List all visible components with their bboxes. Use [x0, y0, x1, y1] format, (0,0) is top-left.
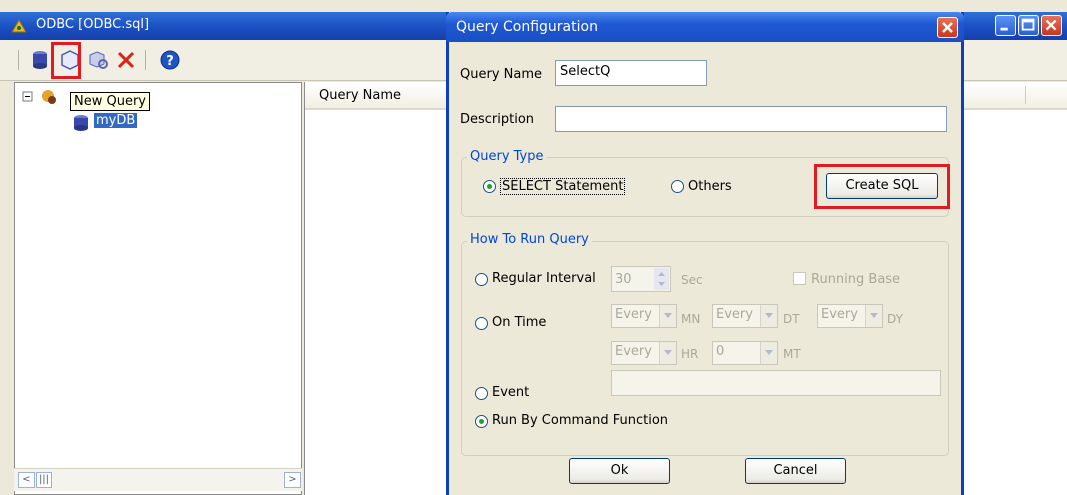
ok-button[interactable]: Ok: [569, 458, 670, 484]
on-time-label[interactable]: On Time: [492, 315, 546, 330]
close-icon: [942, 22, 953, 33]
new-query-tooltip: New Query: [70, 92, 150, 111]
dialog-title: Query Configuration: [456, 19, 598, 35]
new-query-highlight: [51, 42, 81, 79]
dialog-title-bar[interactable]: Query Configuration: [446, 12, 964, 42]
others-label[interactable]: Others: [688, 179, 732, 194]
toolbar-grip: [18, 50, 19, 70]
delete-icon[interactable]: [114, 48, 138, 72]
chevron-down-icon: [659, 342, 676, 364]
main-window-title: ODBC [ODBC.sql]: [36, 17, 150, 32]
scroll-right-button[interactable]: >: [284, 472, 301, 488]
hr-unit: HR: [681, 347, 699, 361]
dy-unit: DY: [887, 312, 903, 326]
create-sql-button[interactable]: Create SQL: [826, 173, 938, 199]
scroll-thumb[interactable]: |||: [36, 472, 52, 488]
regular-interval-label[interactable]: Regular Interval: [492, 271, 596, 286]
dt-select-value: Every: [716, 307, 753, 322]
hr-select-value: Every: [615, 344, 652, 359]
mt-select-value: 0: [716, 344, 725, 359]
select-statement-label[interactable]: SELECT Statement: [500, 178, 626, 195]
toolbar-separator: [145, 50, 146, 70]
chevron-down-icon: [659, 305, 676, 327]
run-by-command-label[interactable]: Run By Command Function: [492, 413, 668, 428]
mn-select[interactable]: Every: [611, 304, 677, 328]
others-radio[interactable]: [671, 180, 684, 193]
close-icon: [1045, 19, 1057, 31]
cancel-button[interactable]: Cancel: [745, 458, 846, 484]
close-main-button[interactable]: [1041, 15, 1062, 36]
dt-unit: DT: [783, 312, 800, 326]
database-node-icon: [74, 115, 88, 131]
description-input[interactable]: [555, 106, 947, 132]
tree-item-mydb[interactable]: myDB: [94, 113, 138, 128]
edit-query-icon[interactable]: [86, 48, 110, 72]
sec-unit: Sec: [681, 273, 703, 287]
database-icon[interactable]: [28, 48, 52, 72]
tree-expand-icon[interactable]: [22, 88, 62, 108]
app-icon: [11, 19, 27, 33]
event-label[interactable]: Event: [492, 385, 529, 400]
hr-select[interactable]: Every: [611, 341, 677, 365]
dy-select-value: Every: [821, 307, 858, 322]
dialog-close-button[interactable]: [937, 17, 958, 38]
query-name-label: Query Name: [460, 67, 542, 82]
chevron-down-icon: [760, 342, 777, 364]
scroll-left-button[interactable]: <: [18, 472, 35, 488]
running-base-checkbox[interactable]: [793, 272, 806, 285]
description-label: Description: [460, 112, 535, 127]
tree-root-node[interactable]: [22, 88, 62, 111]
query-name-input[interactable]: SelectQ: [555, 60, 707, 86]
interval-spinner-icon[interactable]: [654, 268, 669, 290]
select-statement-radio[interactable]: [483, 180, 496, 193]
column-divider[interactable]: [1025, 86, 1026, 104]
running-base-label[interactable]: Running Base: [811, 272, 900, 287]
help-icon[interactable]: ?: [158, 48, 182, 72]
chevron-down-icon: [865, 305, 882, 327]
minimize-icon: [1000, 27, 1008, 31]
event-radio[interactable]: [475, 387, 488, 400]
mt-select[interactable]: 0: [712, 341, 778, 365]
column-query-name[interactable]: Query Name: [319, 88, 401, 103]
regular-interval-radio[interactable]: [475, 273, 488, 286]
event-input[interactable]: [611, 370, 941, 396]
run-by-command-radio[interactable]: [475, 415, 488, 428]
dt-select[interactable]: Every: [712, 304, 778, 328]
mt-unit: MT: [783, 347, 801, 361]
dy-select[interactable]: Every: [817, 304, 883, 328]
tree-horizontal-scrollbar[interactable]: < ||| >: [14, 468, 302, 491]
query-type-legend: Query Type: [467, 149, 547, 164]
mn-unit: MN: [681, 312, 701, 326]
svg-text:?: ?: [166, 54, 174, 69]
maximize-icon: [1021, 18, 1035, 31]
how-to-run-legend: How To Run Query: [467, 232, 592, 247]
chevron-down-icon: [760, 305, 777, 327]
minimize-button[interactable]: [995, 15, 1016, 36]
query-configuration-dialog: Query Configuration Query Name SelectQ D…: [446, 12, 964, 495]
mn-select-value: Every: [615, 307, 652, 322]
on-time-radio[interactable]: [475, 317, 488, 330]
maximize-button[interactable]: [1018, 15, 1039, 36]
database-tree-panel: [14, 82, 302, 495]
